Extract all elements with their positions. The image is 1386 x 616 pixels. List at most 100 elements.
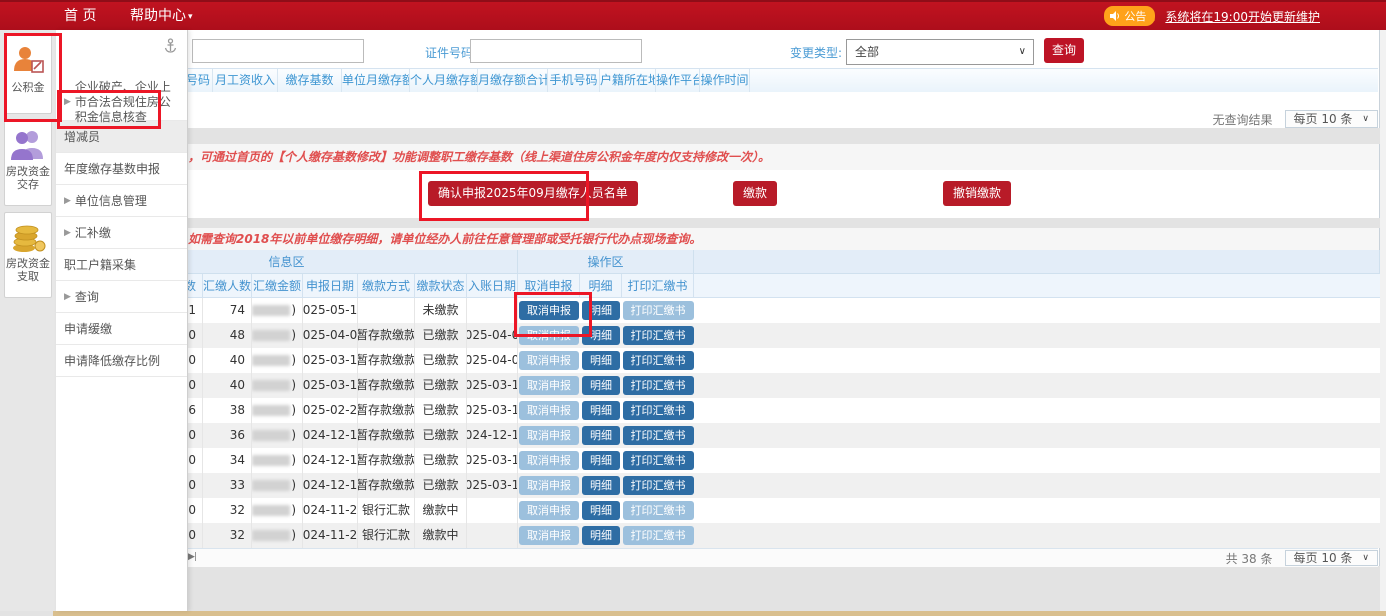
cell-pay-method: 暂存款缴款 — [358, 348, 415, 373]
page-size-select-bottom[interactable]: 每页 10 条 ∨ — [1285, 550, 1379, 566]
remittance-table-group-header: 信息区操作区 — [56, 250, 1380, 274]
print-remittance-button[interactable]: 打印汇缴书 — [623, 476, 694, 495]
id-number-input[interactable] — [470, 39, 642, 63]
remittance-row: 174)2025-05-13未缴款取消申报明细打印汇缴书 — [56, 298, 1380, 323]
maintenance-announcement-link[interactable]: 系统将在19:00开始更新维护 — [1165, 8, 1320, 25]
remittance-col-header: 打印汇缴书 — [622, 274, 694, 298]
menu-item-6[interactable]: ▶查询 — [56, 281, 187, 313]
nav-home[interactable]: 首 页 — [64, 2, 96, 30]
menu-item-0[interactable]: ▶企业破产、企业上市合法合规住房公积金信息核查 — [56, 83, 187, 121]
detail-button[interactable]: 明细 — [582, 476, 620, 495]
print-remittance-button[interactable]: 打印汇缴书 — [623, 401, 694, 420]
cell-amount-redacted: ) — [252, 473, 303, 498]
menu-item-4[interactable]: ▶汇补缴 — [56, 217, 187, 249]
remittance-col-header: 缴款状态 — [415, 274, 467, 298]
cell-entry-date: 2025-04-09 — [467, 323, 518, 348]
employee-col-header: 个人月缴存额 — [410, 69, 478, 93]
detail-button[interactable]: 明细 — [582, 451, 620, 470]
employee-col-header: 操作平台 — [656, 69, 700, 93]
cell-amount-redacted: ) — [252, 373, 303, 398]
menu-item-label: 申请缓缴 — [64, 320, 112, 337]
detail-button[interactable]: 明细 — [582, 376, 620, 395]
remittance-table-body: 174)2025-05-13未缴款取消申报明细打印汇缴书048)2025-04-… — [56, 298, 1379, 548]
cancel-declare-button[interactable]: 取消申报 — [519, 301, 579, 320]
remittance-col-header: 明细 — [580, 274, 622, 298]
revoke-pay-button[interactable]: 撤销缴款 — [943, 181, 1011, 206]
keyword-input[interactable] — [192, 39, 364, 63]
announcement-badge: 公告 — [1104, 6, 1155, 26]
cancel-declare-button[interactable]: 取消申报 — [519, 476, 579, 495]
menu-item-label: 职工户籍采集 — [64, 256, 136, 273]
cancel-declare-button[interactable]: 取消申报 — [519, 351, 579, 370]
cell-pay-method: 暂存款缴款 — [358, 323, 415, 348]
rail-item-label: 公积金 — [5, 81, 51, 94]
page-size-select[interactable]: 每页 10 条 ∨ — [1285, 110, 1379, 128]
cell-pay-method: 暂存款缴款 — [358, 448, 415, 473]
nav-help-center[interactable]: 帮助中心▾ — [130, 2, 193, 30]
print-remittance-button[interactable]: 打印汇缴书 — [623, 501, 694, 520]
cell-amount-redacted: ) — [252, 498, 303, 523]
change-type-select[interactable]: 全部 ∨ — [846, 39, 1034, 65]
employee-table-header: 证件号码月工资收入缴存基数单位月缴存额个人月缴存额月缴存额合计手机号码户籍所在地… — [56, 68, 1378, 94]
announcement-badge-label: 公告 — [1124, 8, 1146, 24]
detail-button[interactable]: 明细 — [582, 526, 620, 545]
detail-button[interactable]: 明细 — [582, 426, 620, 445]
redacted-value — [252, 430, 290, 441]
detail-button[interactable]: 明细 — [582, 351, 620, 370]
cancel-declare-button[interactable]: 取消申报 — [519, 526, 579, 545]
cancel-declare-button[interactable]: 取消申报 — [519, 426, 579, 445]
print-remittance-button[interactable]: 打印汇缴书 — [623, 426, 694, 445]
cell-declare-date: 2024-12-12 — [303, 473, 358, 498]
search-button[interactable]: 查询 — [1044, 38, 1084, 63]
group-header-filler — [694, 250, 1380, 274]
detail-button[interactable]: 明细 — [582, 326, 620, 345]
detail-button[interactable]: 明细 — [582, 301, 620, 320]
print-remittance-button[interactable]: 打印汇缴书 — [623, 526, 694, 545]
cell-pay-method — [358, 298, 415, 323]
cancel-declare-button[interactable]: 取消申报 — [519, 326, 579, 345]
print-remittance-button[interactable]: 打印汇缴书 — [623, 376, 694, 395]
rail-item-provident-fund[interactable]: 公积金 — [4, 34, 52, 114]
cancel-declare-button[interactable]: 取消申报 — [519, 451, 579, 470]
chevron-down-icon: ∨ — [1362, 111, 1369, 127]
employee-col-header: 缴存基数 — [278, 69, 342, 93]
print-remittance-button[interactable]: 打印汇缴书 — [623, 326, 694, 345]
people-icon — [10, 129, 46, 161]
cell-pay-method: 暂存款缴款 — [358, 398, 415, 423]
detail-button[interactable]: 明细 — [582, 401, 620, 420]
cancel-declare-button[interactable]: 取消申报 — [519, 376, 579, 395]
page-size-value: 每页 10 条 — [1294, 111, 1353, 127]
detail-button[interactable]: 明细 — [582, 501, 620, 520]
anchor-icon[interactable] — [164, 38, 177, 53]
remittance-row: 040)2025-03-14暂存款缴款已缴款2025-03-14取消申报明细打印… — [56, 373, 1380, 398]
menu-item-2[interactable]: 年度缴存基数申报 — [56, 153, 187, 185]
expand-arrow-icon: ▶ — [64, 196, 71, 206]
cell-pay-status: 已缴款 — [415, 423, 467, 448]
employee-col-header: 月工资收入 — [213, 69, 278, 93]
coins-icon — [10, 221, 46, 253]
cancel-declare-button[interactable]: 取消申报 — [519, 401, 579, 420]
menu-item-7[interactable]: 申请缓缴 — [56, 313, 187, 345]
rail-item-housing-deposit[interactable]: 房改资金 交存 — [4, 120, 52, 206]
menu-item-5[interactable]: 职工户籍采集 — [56, 249, 187, 281]
print-remittance-button[interactable]: 打印汇缴书 — [623, 451, 694, 470]
cell-entry-date — [467, 498, 518, 523]
print-remittance-button[interactable]: 打印汇缴书 — [623, 351, 694, 370]
rail-item-housing-withdraw[interactable]: 房改资金 支取 — [4, 212, 52, 298]
scroll-gutter — [1380, 30, 1386, 611]
menu-item-3[interactable]: ▶单位信息管理 — [56, 185, 187, 217]
menu-item-8[interactable]: 申请降低缴存比例 — [56, 345, 187, 377]
pay-button[interactable]: 缴款 — [733, 181, 777, 206]
confirm-declare-button[interactable]: 确认申报2025年09月缴存人员名单 — [428, 181, 638, 206]
cancel-declare-button[interactable]: 取消申报 — [519, 501, 579, 520]
page-size-value: 每页 10 条 — [1294, 550, 1353, 566]
cell-entry-date: 2024-12-18 — [467, 423, 518, 448]
last-page-icon[interactable]: ▶| — [188, 552, 196, 562]
redacted-value — [252, 480, 290, 491]
cell-entry-date: 2025-03-14 — [467, 373, 518, 398]
top-navbar: 首 页 帮助中心▾ 公告 系统将在19:00开始更新维护 — [0, 0, 1386, 30]
menu-item-1[interactable]: 增减员 — [56, 121, 187, 153]
print-remittance-button[interactable]: 打印汇缴书 — [623, 301, 694, 320]
cell-amount-redacted: ) — [252, 298, 303, 323]
redacted-value — [252, 305, 290, 316]
